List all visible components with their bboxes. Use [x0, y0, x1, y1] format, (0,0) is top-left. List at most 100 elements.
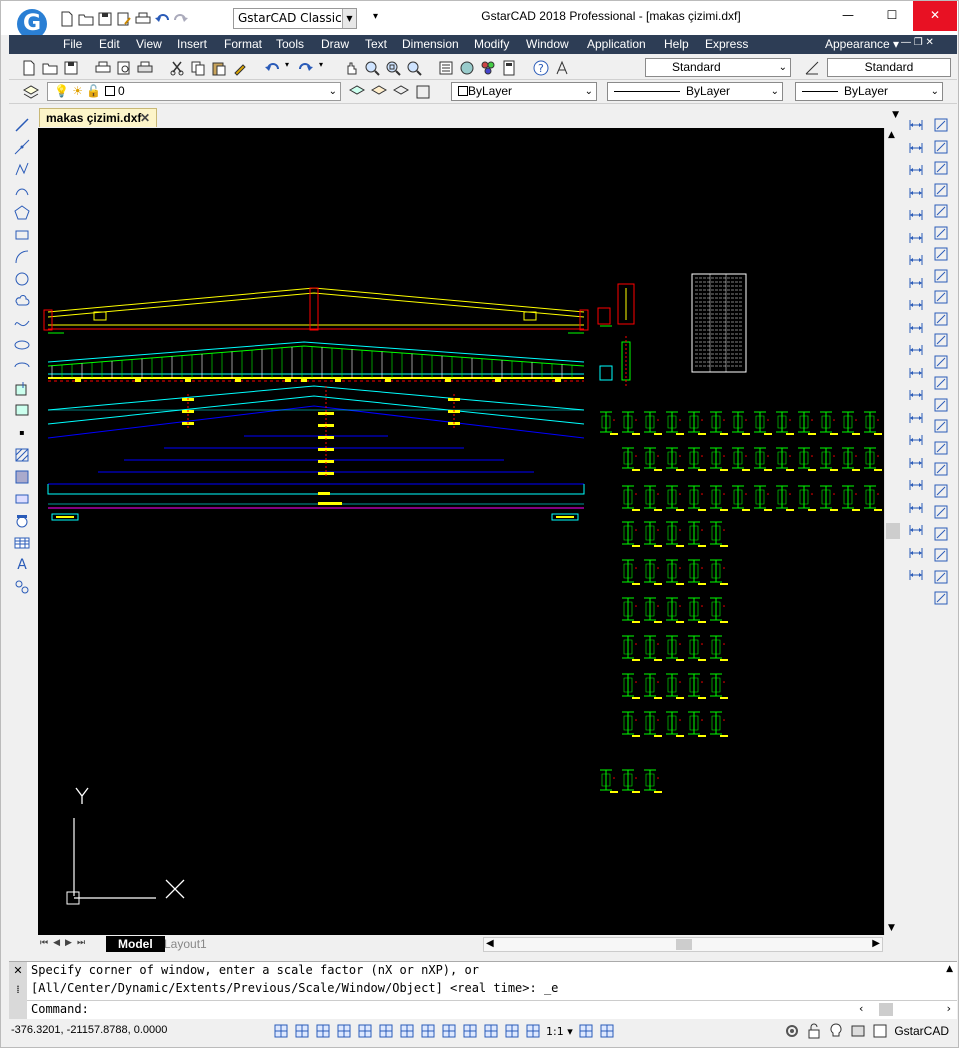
undo-icon[interactable] — [154, 11, 170, 27]
spline-icon[interactable] — [14, 315, 30, 331]
selection-cycling-icon[interactable] — [483, 1023, 499, 1039]
open-folder-icon[interactable] — [78, 11, 94, 27]
scroll-right-icon[interactable]: › — [947, 1002, 951, 1015]
menu-insert[interactable]: Insert — [177, 37, 207, 51]
properties-icon[interactable] — [438, 60, 454, 76]
copy-object-icon[interactable] — [933, 139, 949, 155]
document-tab[interactable]: makas çizimi.dxf ✕ — [39, 108, 157, 127]
scroll-down-icon[interactable]: ▼ — [888, 923, 895, 933]
stretch-icon[interactable] — [933, 289, 949, 305]
draworder-above-icon[interactable] — [933, 526, 949, 542]
menu-edit[interactable]: Edit — [99, 37, 120, 51]
ellipse-arc-icon[interactable] — [14, 359, 30, 375]
dynamic-ucs-icon[interactable] — [399, 1023, 415, 1039]
command-scroll-thumb[interactable] — [879, 1003, 893, 1016]
line-icon[interactable] — [14, 117, 30, 133]
lineweight-icon[interactable] — [441, 1023, 457, 1039]
layer-iso-icon[interactable] — [415, 84, 431, 100]
construction-line-icon[interactable] — [14, 139, 30, 155]
wipeout-icon[interactable] — [14, 513, 30, 529]
transparency-icon[interactable] — [462, 1023, 478, 1039]
revision-cloud-icon[interactable] — [14, 293, 30, 309]
scroll-up-icon[interactable]: ▲ — [946, 964, 953, 974]
horizontal-scrollbar[interactable]: ◀ ▶ — [483, 937, 883, 952]
linetype-select[interactable]: ByLayer ⌄ — [607, 82, 783, 101]
menu-view[interactable]: View — [136, 37, 162, 51]
make-block-icon[interactable] — [14, 403, 30, 419]
aligned-dimension-icon[interactable] — [908, 140, 924, 156]
gradient-icon[interactable] — [14, 469, 30, 485]
snap-mode-icon[interactable] — [294, 1023, 310, 1039]
tolerance-icon[interactable] — [908, 410, 924, 426]
command-line-handle[interactable]: ✕ ⁞ — [9, 962, 27, 1020]
polyline-icon[interactable] — [14, 161, 30, 177]
multiline-text-icon[interactable]: A — [14, 557, 30, 573]
region-icon[interactable] — [14, 491, 30, 507]
extend-icon[interactable] — [933, 332, 949, 348]
layer-manager-icon[interactable] — [23, 84, 39, 100]
text-style-icon[interactable] — [554, 60, 570, 76]
make-current-layer-icon[interactable] — [349, 84, 365, 100]
offset-icon[interactable] — [933, 182, 949, 198]
menu-express[interactable]: Express — [705, 37, 748, 51]
quick-properties-icon[interactable] — [525, 1023, 541, 1039]
appearance-menu[interactable]: Appearance ▾ — [825, 37, 899, 51]
cut-icon[interactable] — [169, 60, 185, 76]
object-snap-icon[interactable] — [357, 1023, 373, 1039]
customize-qat-icon[interactable]: ▾ — [373, 11, 378, 22]
lineweight-select[interactable]: ByLayer ⌄ — [795, 82, 943, 101]
annotation-monitor-icon[interactable] — [504, 1023, 520, 1039]
draworder-below-icon[interactable] — [933, 547, 949, 563]
horizontal-scroll-thumb[interactable] — [676, 939, 692, 950]
chevron-down-icon[interactable]: ▾ — [319, 60, 327, 76]
menu-tools[interactable]: Tools — [276, 37, 304, 51]
menu-format[interactable]: Format — [224, 37, 262, 51]
continue-icon[interactable] — [908, 342, 924, 358]
scale-icon[interactable] — [933, 268, 949, 284]
fillet-icon[interactable] — [933, 440, 949, 456]
grid-display-icon[interactable] — [273, 1023, 289, 1039]
dimension-update-icon[interactable] — [908, 545, 924, 561]
arc-icon[interactable] — [14, 249, 30, 265]
table-icon[interactable] — [14, 535, 30, 551]
hardware-acceleration-icon[interactable] — [850, 1023, 866, 1039]
explode-icon[interactable] — [933, 461, 949, 477]
linear-dimension-icon[interactable] — [908, 117, 924, 133]
mdi-window-controls[interactable]: — ❐ ✕ — [901, 37, 934, 48]
tab-list-icon[interactable]: ▼ — [892, 110, 899, 120]
layer-states-icon[interactable] — [393, 84, 409, 100]
lock-ui-icon[interactable] — [806, 1023, 822, 1039]
baseline-icon[interactable] — [908, 320, 924, 336]
dimension-style-icon[interactable] — [804, 60, 820, 76]
scroll-right-icon[interactable]: ▶ — [872, 938, 880, 949]
angular-icon[interactable] — [908, 275, 924, 291]
open-icon[interactable] — [42, 60, 58, 76]
menu-application[interactable]: Application — [587, 37, 646, 51]
vertical-scroll-thumb[interactable] — [886, 523, 900, 539]
point-icon[interactable]: ▪ — [14, 425, 30, 441]
new-file-icon[interactable] — [59, 11, 75, 27]
redo-icon[interactable] — [298, 60, 314, 76]
save-as-icon[interactable] — [116, 11, 132, 27]
jogged-linear-icon[interactable] — [908, 477, 924, 493]
insert-block-icon[interactable] — [14, 381, 30, 397]
dimension-style-icon[interactable] — [908, 567, 924, 583]
arc-length-icon[interactable] — [908, 162, 924, 178]
rotate-icon[interactable] — [933, 246, 949, 262]
close-button[interactable]: ✕ — [913, 1, 957, 31]
drawing-canvas[interactable] — [38, 128, 884, 935]
workspace-switch-icon[interactable] — [784, 1023, 800, 1039]
vertical-scrollbar[interactable]: ▲ ▼ — [884, 128, 901, 935]
ellipse-icon[interactable] — [14, 337, 30, 353]
help-icon[interactable]: ? — [533, 60, 549, 76]
menu-modify[interactable]: Modify — [474, 37, 509, 51]
minimize-button[interactable]: — — [826, 1, 870, 31]
scroll-up-icon[interactable]: ▲ — [888, 130, 895, 140]
match-properties-icon[interactable] — [232, 60, 248, 76]
grip-icon[interactable]: ⁞ — [9, 983, 27, 996]
print-icon[interactable] — [135, 11, 151, 27]
break-icon[interactable] — [933, 375, 949, 391]
close-tab-icon[interactable]: ✕ — [140, 109, 150, 127]
tab-layout1[interactable]: Layout1 — [156, 936, 215, 952]
erase-icon[interactable] — [933, 117, 949, 133]
